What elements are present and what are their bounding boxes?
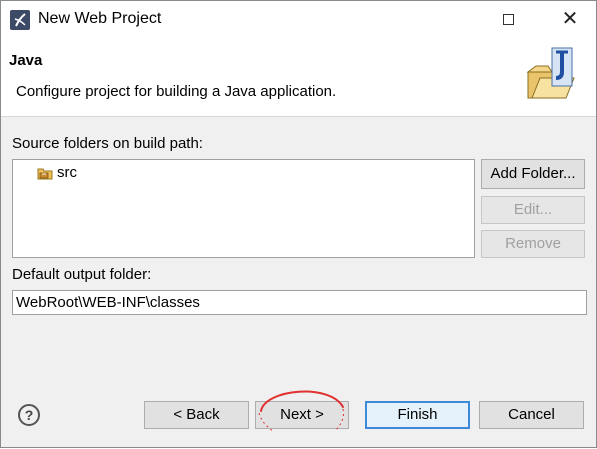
remove-button[interactable]: Remove <box>481 230 585 258</box>
cancel-button[interactable]: Cancel <box>479 401 584 429</box>
add-folder-button[interactable]: Add Folder... <box>481 159 585 189</box>
source-folder-label: src <box>57 164 77 181</box>
finish-button[interactable]: Finish <box>365 401 470 429</box>
package-folder-icon <box>37 166 53 180</box>
close-button[interactable]: ✕ <box>547 1 593 38</box>
close-icon: ✕ <box>561 8 579 30</box>
eclipse-app-icon <box>10 10 30 30</box>
maximize-button[interactable] <box>487 1 533 38</box>
maximize-icon <box>503 14 514 25</box>
window-title: New Web Project <box>38 10 162 27</box>
output-folder-label: Default output folder: <box>12 266 152 283</box>
source-folders-label: Source folders on build path: <box>12 135 203 152</box>
output-folder-field[interactable]: WebRoot\WEB-INF\classes <box>12 290 587 315</box>
java-folder-icon <box>526 46 576 104</box>
title-bar: New Web Project ✕ <box>1 1 596 38</box>
source-folders-list[interactable]: src <box>12 159 475 258</box>
annotation-circle <box>258 390 344 432</box>
help-icon[interactable]: ? <box>18 404 40 426</box>
page-title: Java <box>9 52 43 69</box>
edit-button[interactable]: Edit... <box>481 196 585 224</box>
new-web-project-dialog: New Web Project ✕ Java Configure project… <box>0 0 597 448</box>
wizard-banner: Java Configure project for building a Ja… <box>1 38 596 117</box>
page-description: Configure project for building a Java ap… <box>16 83 337 100</box>
back-button[interactable]: < Back <box>144 401 249 429</box>
